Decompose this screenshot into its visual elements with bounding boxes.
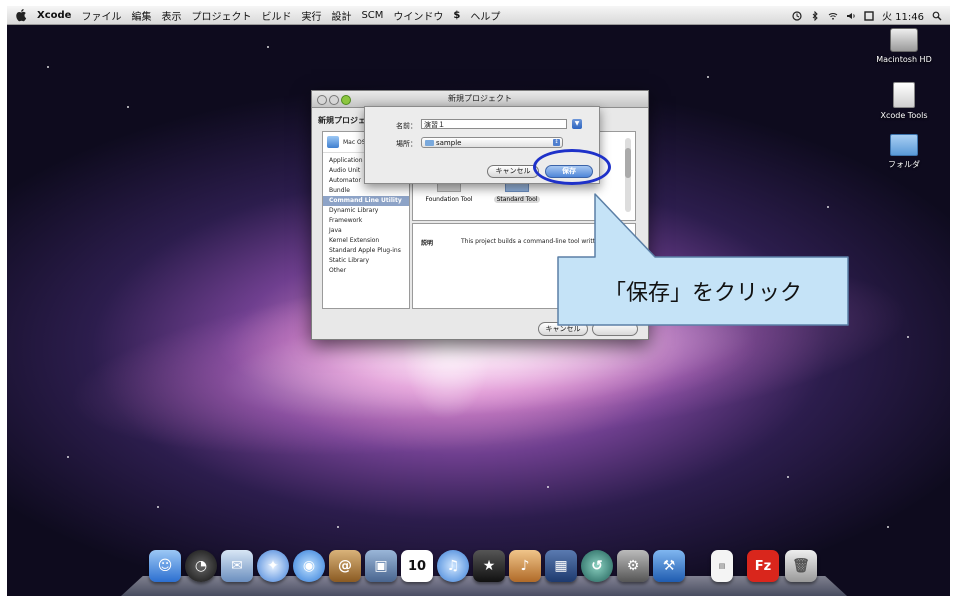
xcode-icon[interactable]: ⚒: [653, 550, 685, 582]
ical-day: 10: [407, 558, 427, 574]
iphoto-icon[interactable]: ▣: [365, 550, 397, 582]
callout-text: 「保存」をクリック: [603, 281, 802, 306]
mail-icon[interactable]: ✉: [221, 550, 253, 582]
address-book-icon[interactable]: @: [329, 550, 361, 582]
spaces-icon[interactable]: ▦: [545, 550, 577, 582]
document-icon[interactable]: ▤: [711, 550, 733, 582]
safari-icon[interactable]: ✦: [257, 550, 289, 582]
garageband-icon[interactable]: ♪: [509, 550, 541, 582]
itunes-icon[interactable]: ♫: [437, 550, 469, 582]
finder-icon[interactable]: ☺: [149, 550, 181, 582]
ical-icon[interactable]: 10: [401, 550, 433, 582]
system-preferences-icon[interactable]: ⚙: [617, 550, 649, 582]
filezilla-icon[interactable]: Fz: [747, 550, 779, 582]
ichat-icon[interactable]: ◉: [293, 550, 325, 582]
filezilla-letter: Fz: [754, 558, 772, 574]
desktop: Xcode ファイル 編集 表示 プロジェクト ビルド 実行 設計 SCM ウイ…: [7, 6, 950, 596]
dashboard-icon[interactable]: ◔: [185, 550, 217, 582]
trash-icon[interactable]: 🗑: [785, 550, 817, 582]
time-machine-icon[interactable]: ↺: [581, 550, 613, 582]
imovie-icon[interactable]: ★: [473, 550, 505, 582]
dock: ☺ ◔ ✉ ✦ ◉ @ ▣ 10 ♫ ★ ♪ ▦ ↺ ⚙ ⚒ ▤ Fz 🗑: [121, 546, 847, 596]
